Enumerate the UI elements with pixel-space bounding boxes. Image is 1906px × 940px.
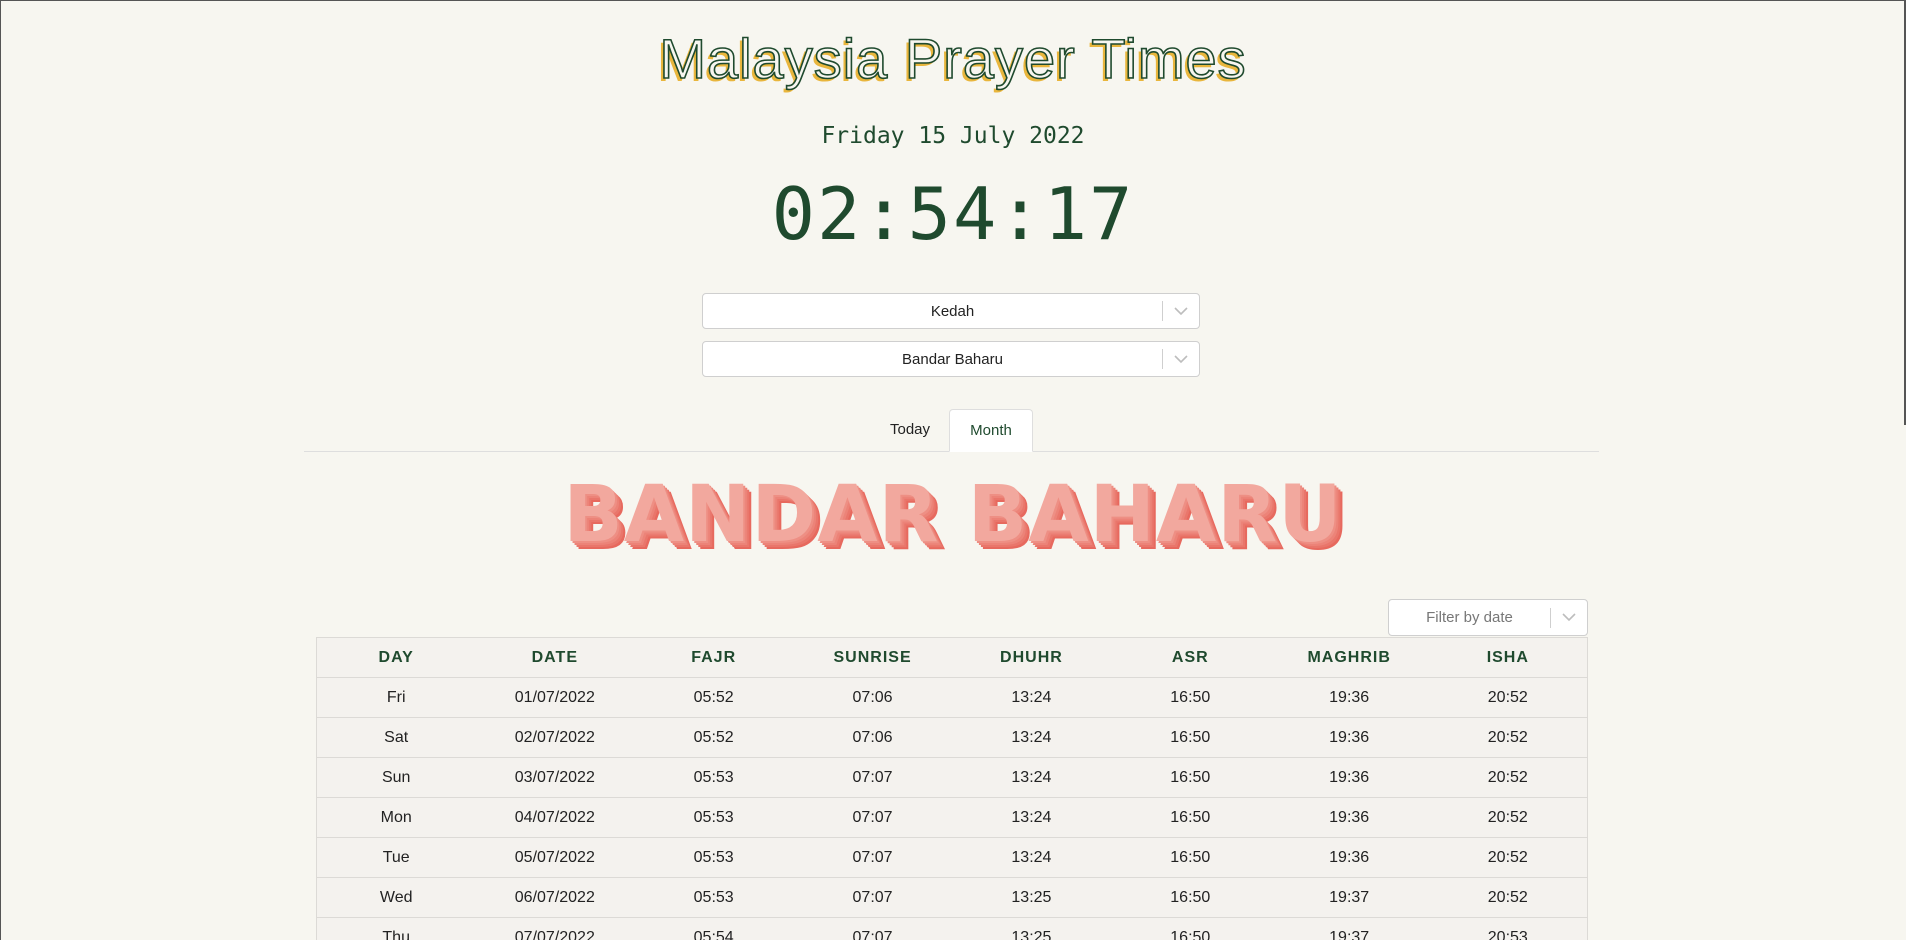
table-cell: 19:36 — [1269, 837, 1429, 878]
table-row: Fri 01/07/2022 05:52 07:06 13:24 16:50 19:36 20… — [316, 677, 1588, 718]
table-cell: 20:52 — [1428, 717, 1588, 758]
table-cell: 05:52 — [634, 677, 794, 718]
table-cell: 13:24 — [952, 837, 1111, 878]
table-cell: 16:50 — [1110, 917, 1270, 940]
table-cell: 16:50 — [1110, 877, 1270, 918]
table-cell: 07:06 — [793, 717, 952, 758]
table-cell: 05:52 — [634, 717, 794, 758]
current-time: 02:54:17 — [771, 172, 1135, 256]
table-cell: 01/07/2022 — [475, 677, 635, 718]
zone-select[interactable]: Bandar Baharu — [702, 341, 1200, 377]
table-cell: 19:36 — [1269, 757, 1429, 798]
state-select[interactable]: Kedah — [702, 293, 1200, 329]
date-filter-placeholder: Filter by date — [1426, 609, 1513, 626]
table-cell: 20:53 — [1428, 917, 1588, 940]
table-cell: 20:52 — [1428, 797, 1588, 838]
table-cell: 20:52 — [1428, 677, 1588, 718]
table-cell: 13:24 — [952, 717, 1111, 758]
table-cell: 16:50 — [1110, 677, 1270, 718]
table-cell: 07:07 — [793, 757, 952, 798]
view-tabs: Today Month — [304, 409, 1599, 452]
app-title-text: Malaysia Prayer Times — [659, 26, 1247, 91]
table-cell: 20:52 — [1428, 837, 1588, 878]
table-cell: Wed — [316, 877, 476, 918]
column-header: DHUHR — [952, 637, 1111, 678]
table-body: Fri 01/07/2022 05:52 07:06 13:24 16:50 19:36 20… — [316, 677, 1588, 940]
table-cell: Tue — [316, 837, 476, 878]
table-cell: 19:37 — [1269, 877, 1429, 918]
table-cell: Thu — [316, 917, 476, 940]
window-border-top — [0, 0, 1906, 1]
table-cell: 20:52 — [1428, 877, 1588, 918]
table-cell: 06/07/2022 — [475, 877, 635, 918]
table-cell: 07:07 — [793, 917, 952, 940]
table-header-row: DAY DATE FAJR SUNRISE DHUHR ASR MAGHRIB … — [316, 637, 1588, 678]
table-cell: 02/07/2022 — [475, 717, 635, 758]
table-cell: Sat — [316, 717, 476, 758]
table-cell: 13:24 — [952, 757, 1111, 798]
table-row: Wed 06/07/2022 05:53 07:07 13:25 16:50 19:37 20… — [316, 877, 1588, 918]
tab-today[interactable]: Today — [874, 409, 946, 451]
date-filter-select[interactable]: Filter by date — [1388, 599, 1588, 636]
table-cell: 13:24 — [952, 797, 1111, 838]
table-cell: 05:53 — [634, 837, 794, 878]
app-title: Malaysia Prayer Times — [0, 24, 1906, 94]
table-cell: 19:36 — [1269, 797, 1429, 838]
table-cell: 19:36 — [1269, 717, 1429, 758]
column-header: FAJR — [634, 637, 794, 678]
table-row: Sun 03/07/2022 05:53 07:07 13:24 16:50 19:36 20… — [316, 757, 1588, 798]
table-cell: 05/07/2022 — [475, 837, 635, 878]
table-cell: 05:54 — [634, 917, 794, 940]
chevron-down-icon[interactable] — [1551, 600, 1587, 636]
column-header: DATE — [475, 637, 635, 678]
table-cell: 07:06 — [793, 677, 952, 718]
table-cell: 16:50 — [1110, 797, 1270, 838]
table-cell: Fri — [316, 677, 476, 718]
table-cell: 13:24 — [952, 677, 1111, 718]
prayer-times-table: DAY DATE FAJR SUNRISE DHUHR ASR MAGHRIB … — [316, 637, 1588, 940]
table-cell: 13:25 — [952, 917, 1111, 940]
tab-month[interactable]: Month — [949, 409, 1033, 452]
table-cell: Mon — [316, 797, 476, 838]
table-row: Sat 02/07/2022 05:52 07:06 13:24 16:50 19:36 20… — [316, 717, 1588, 758]
prayer-times-table-container: DAY DATE FAJR SUNRISE DHUHR ASR MAGHRIB … — [316, 637, 1588, 940]
table-cell: 07:07 — [793, 797, 952, 838]
column-header: DAY — [316, 637, 476, 678]
column-header: SUNRISE — [793, 637, 952, 678]
table-cell: 07:07 — [793, 837, 952, 878]
zone-heading: BANDAR BAHARU — [563, 470, 1343, 560]
table-cell: Sun — [316, 757, 476, 798]
table-cell: 19:37 — [1269, 917, 1429, 940]
current-date: Friday 15 July 2022 — [821, 123, 1085, 149]
table-row: Thu 07/07/2022 05:54 07:07 13:25 16:50 19:37 20… — [316, 917, 1588, 940]
table-cell: 13:25 — [952, 877, 1111, 918]
table-cell: 05:53 — [634, 757, 794, 798]
column-header: MAGHRIB — [1269, 637, 1429, 678]
chevron-down-icon[interactable] — [1163, 293, 1199, 329]
table-cell: 19:36 — [1269, 677, 1429, 718]
table-row: Mon 04/07/2022 05:53 07:07 13:24 16:50 19:36 20… — [316, 797, 1588, 838]
table-cell: 07/07/2022 — [475, 917, 635, 940]
table-row: Tue 05/07/2022 05:53 07:07 13:24 16:50 19:36 20… — [316, 837, 1588, 878]
table-cell: 04/07/2022 — [475, 797, 635, 838]
table-cell: 16:50 — [1110, 757, 1270, 798]
table-cell: 07:07 — [793, 877, 952, 918]
table-cell: 16:50 — [1110, 837, 1270, 878]
zone-select-value: Bandar Baharu — [902, 350, 1003, 368]
state-select-value: Kedah — [930, 302, 975, 320]
table-cell: 20:52 — [1428, 757, 1588, 798]
chevron-down-icon[interactable] — [1163, 341, 1199, 377]
table-cell: 05:53 — [634, 797, 794, 838]
column-header: ISHA — [1428, 637, 1588, 678]
table-cell: 05:53 — [634, 877, 794, 918]
table-cell: 16:50 — [1110, 717, 1270, 758]
column-header: ASR — [1110, 637, 1270, 678]
table-cell: 03/07/2022 — [475, 757, 635, 798]
